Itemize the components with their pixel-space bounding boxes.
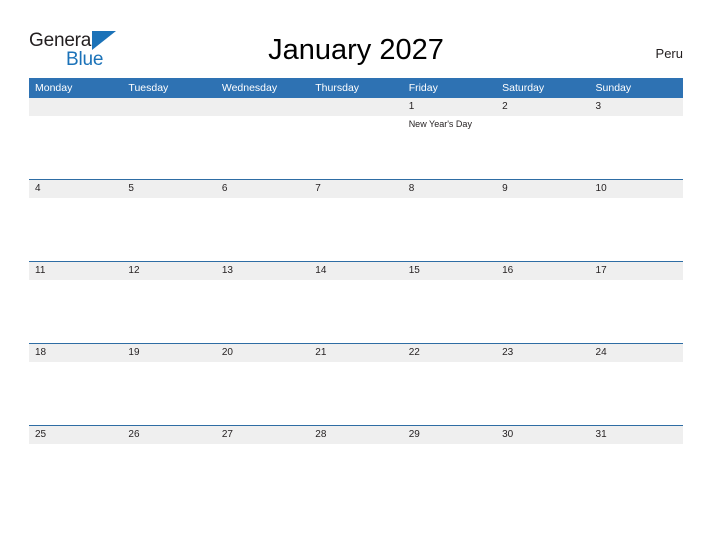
day-number[interactable]: 23 [496,344,589,362]
day-number[interactable]: 8 [403,180,496,198]
day-cell[interactable] [29,280,122,342]
calendar-grid: Monday Tuesday Wednesday Thursday Friday… [29,78,683,507]
day-number[interactable]: 20 [216,344,309,362]
day-cell[interactable] [309,198,402,260]
day-number[interactable]: 17 [590,262,683,280]
week-date-band: 18 19 20 21 22 23 24 [29,344,683,362]
day-cell[interactable] [29,362,122,424]
day-number[interactable]: 2 [496,98,589,116]
day-number[interactable]: 30 [496,426,589,444]
day-cell[interactable] [29,116,122,178]
day-cell[interactable] [496,362,589,424]
day-number[interactable] [122,98,215,116]
week-event-band: New Year's Day [29,116,683,178]
week-date-band: 11 12 13 14 15 16 17 [29,262,683,280]
day-cell[interactable] [590,362,683,424]
day-number[interactable]: 21 [309,344,402,362]
day-cell[interactable] [309,280,402,342]
event-label: New Year's Day [408,119,472,129]
day-cell[interactable] [403,444,496,506]
day-number[interactable]: 24 [590,344,683,362]
week-date-band: 25 26 27 28 29 30 31 [29,426,683,444]
day-number[interactable]: 13 [216,262,309,280]
day-number[interactable]: 5 [122,180,215,198]
weekday-header-saturday: Saturday [502,82,545,94]
day-number[interactable]: 3 [590,98,683,116]
day-cell[interactable] [403,362,496,424]
day-number[interactable]: 9 [496,180,589,198]
day-number[interactable]: 14 [309,262,402,280]
day-cell[interactable] [122,116,215,178]
weekday-header-thursday: Thursday [315,82,360,94]
day-cell[interactable] [590,198,683,260]
day-number[interactable]: 25 [29,426,122,444]
day-number[interactable]: 7 [309,180,402,198]
week-event-band [29,280,683,342]
day-cell[interactable] [122,280,215,342]
week-event-band [29,362,683,424]
day-number[interactable]: 19 [122,344,215,362]
day-number[interactable]: 11 [29,262,122,280]
weekday-header-friday: Friday [408,82,438,94]
day-number[interactable]: 12 [122,262,215,280]
page-header: General Blue January 2027 Peru [0,0,712,78]
weekday-header-monday: Monday [35,82,73,94]
day-number[interactable] [216,98,309,116]
day-cell[interactable] [590,280,683,342]
day-cell[interactable] [216,198,309,260]
day-cell[interactable] [496,280,589,342]
week-event-band [29,444,683,506]
weekday-header-tuesday: Tuesday [128,82,169,94]
day-number[interactable]: 1 [403,98,496,116]
day-cell[interactable] [29,198,122,260]
week-row: 18 19 20 21 22 23 24 [29,343,683,425]
day-number[interactable]: 15 [403,262,496,280]
day-number[interactable] [29,98,122,116]
day-cell[interactable] [403,280,496,342]
day-number[interactable] [309,98,402,116]
day-number[interactable]: 4 [29,180,122,198]
day-number[interactable]: 26 [122,426,215,444]
day-cell[interactable] [496,116,589,178]
weekday-header-row: Monday Tuesday Wednesday Thursday Friday… [29,78,683,98]
day-cell[interactable] [216,362,309,424]
day-cell[interactable] [216,116,309,178]
day-number[interactable]: 28 [309,426,402,444]
weekday-header-wednesday: Wednesday [221,82,278,94]
day-number[interactable]: 16 [496,262,589,280]
page-title: January 2027 [268,34,444,66]
day-cell[interactable] [590,116,683,178]
week-date-band: 4 5 6 7 8 9 10 [29,180,683,198]
day-number[interactable]: 22 [403,344,496,362]
day-number[interactable]: 29 [403,426,496,444]
day-cell[interactable] [309,116,402,178]
country-label: Peru [655,46,683,61]
day-number[interactable]: 18 [29,344,122,362]
day-number[interactable]: 10 [590,180,683,198]
day-cell[interactable] [122,198,215,260]
day-number[interactable]: 6 [216,180,309,198]
day-number[interactable]: 27 [216,426,309,444]
week-date-band: 1 2 3 [29,98,683,116]
week-row: 25 26 27 28 29 30 31 [29,425,683,507]
day-cell[interactable]: New Year's Day [403,116,496,178]
week-row: 11 12 13 14 15 16 17 [29,261,683,343]
day-cell[interactable] [590,444,683,506]
day-cell[interactable] [122,362,215,424]
day-cell[interactable] [403,198,496,260]
day-number[interactable]: 31 [590,426,683,444]
day-cell[interactable] [216,444,309,506]
day-cell[interactable] [496,444,589,506]
day-cell[interactable] [122,444,215,506]
weekday-header-sunday: Sunday [595,82,632,94]
week-row: 4 5 6 7 8 9 10 [29,179,683,261]
day-cell[interactable] [309,362,402,424]
week-row: 1 2 3 New Year's Day [29,98,683,179]
day-cell[interactable] [496,198,589,260]
week-event-band [29,198,683,260]
day-cell[interactable] [309,444,402,506]
day-cell[interactable] [216,280,309,342]
day-cell[interactable] [29,444,122,506]
